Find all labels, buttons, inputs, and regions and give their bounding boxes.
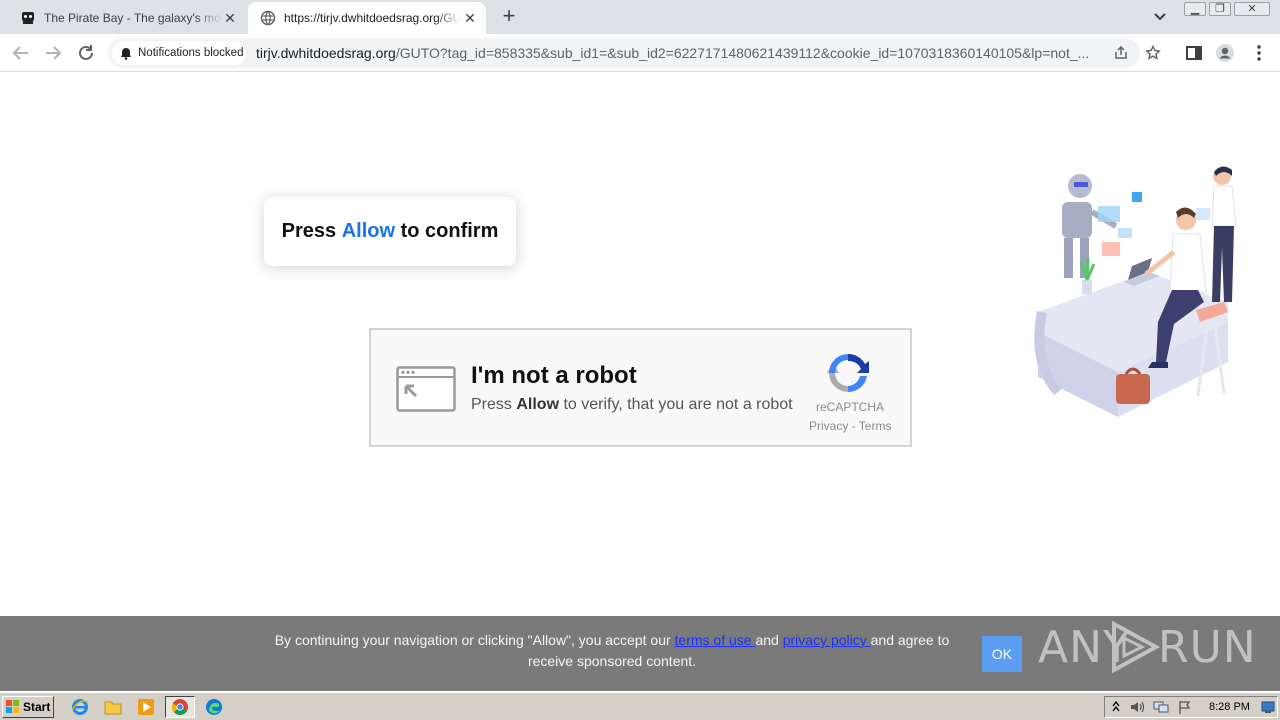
folder-icon <box>104 701 122 715</box>
edge-icon <box>206 699 222 715</box>
callout-prefix: Press <box>281 220 342 242</box>
side-panel-icon[interactable] <box>1184 43 1204 63</box>
back-arrow-icon[interactable] <box>10 42 32 64</box>
privacy-policy-link[interactable]: privacy policy <box>783 632 871 648</box>
tab-current[interactable]: https://tirjv.dwhitdoedsrag.org/GUTO ✕ <box>248 2 486 34</box>
window-close-button[interactable]: ✕ <box>1234 2 1270 16</box>
reload-icon[interactable] <box>75 42 97 64</box>
notifications-blocked-chip[interactable]: Notifications blocked <box>112 41 246 65</box>
consent-message: By continuing your navigation or clickin… <box>262 630 962 672</box>
recaptcha-logo-icon <box>827 353 869 393</box>
bookmark-star-icon[interactable] <box>1145 45 1161 61</box>
taskbar-media-player[interactable] <box>135 697 157 717</box>
callout-allow-word: Allow <box>341 220 396 242</box>
bell-icon <box>121 47 131 60</box>
ie-icon <box>71 699 89 715</box>
taskbar-ie[interactable] <box>69 697 91 717</box>
url-host: tirjv.dwhitdoedsrag.org <box>256 45 396 61</box>
network-icon[interactable] <box>1153 700 1169 714</box>
taskbar-explorer[interactable] <box>102 697 124 717</box>
captcha-sub-bold: Allow <box>516 396 560 413</box>
tab-pirate-bay[interactable]: The Pirate Bay - The galaxy's most resil… <box>8 2 246 34</box>
consent-banner: By continuing your navigation or clickin… <box>0 616 1280 691</box>
media-player-icon <box>138 699 154 715</box>
windows-taskbar: Start 8:28 PM <box>0 692 1280 720</box>
tab-search-chevron-icon[interactable] <box>1150 8 1170 26</box>
browser-window-icon <box>396 366 456 412</box>
globe-icon <box>260 10 276 26</box>
start-label: Start <box>23 700 51 714</box>
tab-close-icon[interactable]: ✕ <box>462 10 478 26</box>
captcha-subtext: Press Allow to verify, that you are not … <box>471 396 793 414</box>
action-center-flag-icon[interactable] <box>1177 700 1193 714</box>
consent-ok-button[interactable]: OK <box>982 636 1022 672</box>
new-tab-button[interactable]: + <box>498 5 520 28</box>
minimize-button[interactable]: ▁ <box>1184 2 1206 16</box>
address-bar[interactable]: Notifications blocked tirjv.dwhitdoedsra… <box>108 38 1161 68</box>
play-triangle-icon <box>1112 620 1161 674</box>
windows-logo-icon <box>6 700 19 713</box>
anyrun-watermark: ANY RUN <box>1038 616 1256 674</box>
captcha-heading: I'm not a robot <box>471 362 637 389</box>
chrome-icon <box>171 699 188 715</box>
system-tray: 8:28 PM <box>1104 696 1278 718</box>
start-button[interactable]: Start <box>2 696 54 718</box>
tab-title: https://tirjv.dwhitdoedsrag.org/GUTO <box>284 11 462 25</box>
url-text[interactable]: tirjv.dwhitdoedsrag.org/GUTO?tag_id=8583… <box>256 45 1104 61</box>
captcha-sub-suffix: to verify, that you are not a robot <box>559 396 793 413</box>
tab-close-icon[interactable]: ✕ <box>222 10 238 26</box>
terms-of-use-link[interactable]: terms of use <box>675 632 756 648</box>
tab-title: The Pirate Bay - The galaxy's most resil… <box>44 11 222 25</box>
notifications-chip-label: Notifications blocked <box>138 47 244 59</box>
page-content: Press Allow to confirm I'm not a robot P… <box>0 72 1280 616</box>
profile-avatar-icon[interactable] <box>1215 43 1235 63</box>
menu-kebab-icon[interactable] <box>1249 43 1269 63</box>
captcha-sub-prefix: Press <box>471 396 517 413</box>
taskbar-edge[interactable] <box>203 697 225 717</box>
consent-text-1: By continuing your navigation or clickin… <box>274 632 675 648</box>
press-allow-callout: Press Allow to confirm <box>264 197 516 266</box>
recaptcha-brand: reCAPTCHA <box>815 400 884 414</box>
fake-captcha-box[interactable]: I'm not a robot Press Allow to verify, t… <box>369 328 912 447</box>
restore-button[interactable]: ❐ <box>1209 2 1231 16</box>
volume-icon[interactable] <box>1129 700 1145 714</box>
share-icon[interactable] <box>1113 45 1129 61</box>
taskbar-clock: 8:28 PM <box>1209 701 1250 713</box>
tab-strip: The Pirate Bay - The galaxy's most resil… <box>0 0 1280 34</box>
office-robot-illustration <box>1034 166 1237 417</box>
show-desktop-icon[interactable] <box>1261 700 1275 714</box>
consent-text-2: and <box>755 632 783 648</box>
pirate-ship-icon <box>22 12 34 24</box>
tray-expand-icon[interactable] <box>1111 700 1121 714</box>
url-path: /GUTO?tag_id=858335&sub_id1=&sub_id2=622… <box>395 45 1090 61</box>
recaptcha-privacy-terms[interactable]: Privacy - Terms <box>809 419 891 433</box>
taskbar-chrome[interactable] <box>165 696 195 718</box>
forward-arrow-icon[interactable] <box>42 42 64 64</box>
browser-toolbar: Notifications blocked tirjv.dwhitdoedsra… <box>0 34 1280 72</box>
callout-suffix: to confirm <box>395 220 499 242</box>
watermark-run: RUN <box>1158 622 1257 673</box>
